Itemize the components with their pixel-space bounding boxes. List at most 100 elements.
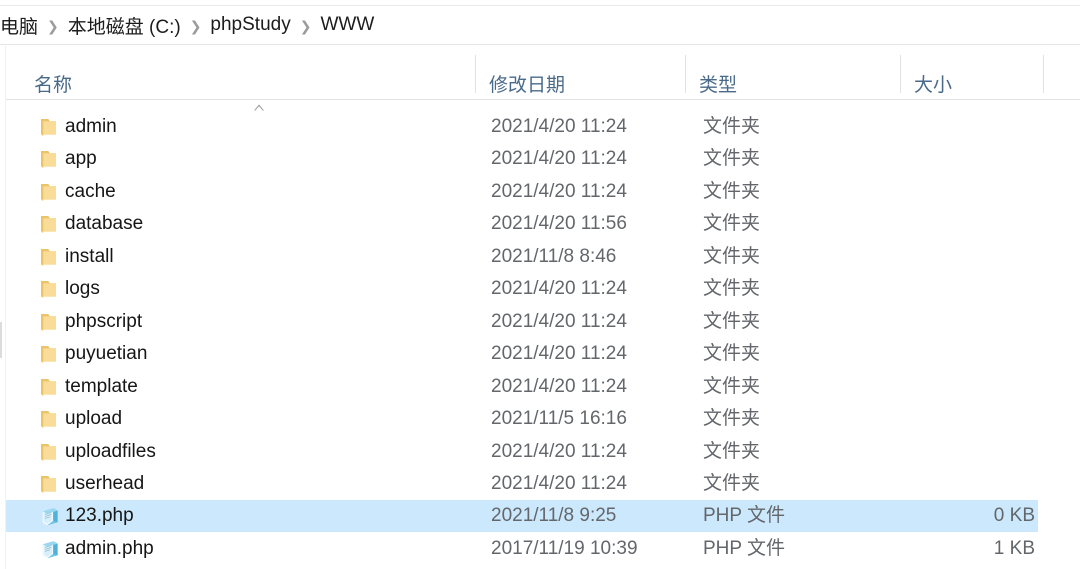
folder-icon — [39, 149, 61, 170]
file-date-modified: 2021/4/20 11:24 — [491, 180, 627, 202]
file-size — [875, 306, 1035, 338]
file-row[interactable]: database 2021/4/20 11:56 文件夹 — [6, 208, 1038, 240]
folder-icon — [39, 279, 61, 300]
folder-icon — [39, 247, 61, 268]
folder-icon — [39, 182, 61, 203]
file-row[interactable]: uploadfiles 2021/4/20 11:24 文件夹 — [6, 436, 1038, 468]
folder-icon — [39, 474, 61, 495]
file-name: uploadfiles — [65, 440, 156, 462]
file-date-modified: 2021/4/20 11:24 — [491, 310, 627, 332]
file-row[interactable]: userhead 2021/4/20 11:24 文件夹 — [6, 468, 1038, 500]
file-name: logs — [65, 278, 100, 300]
column-divider-date[interactable] — [685, 55, 686, 93]
file-name: puyuetian — [65, 343, 148, 365]
column-divider-size[interactable] — [1043, 55, 1044, 93]
breadcrumb-separator-icon[interactable]: ❯ — [47, 19, 59, 33]
breadcrumb-separator-icon[interactable]: ❯ — [300, 19, 312, 33]
file-row[interactable]: upload 2021/11/5 16:16 文件夹 — [6, 403, 1038, 435]
file-name: admin.php — [65, 537, 154, 559]
breadcrumb-item-3[interactable]: phpStudy — [210, 14, 290, 36]
file-type: 文件夹 — [703, 278, 761, 300]
file-date-modified: 2021/11/8 9:25 — [491, 505, 617, 527]
file-size — [875, 176, 1035, 208]
file-name: install — [65, 245, 114, 267]
file-type: 文件夹 — [703, 343, 761, 365]
file-row[interactable]: 123.php 2021/11/8 9:25 PHP 文件 0 KB — [6, 500, 1038, 533]
file-row[interactable]: install 2021/11/8 8:46 文件夹 — [6, 241, 1038, 273]
php-file-icon — [39, 506, 61, 527]
breadcrumb-separator-icon[interactable]: ❯ — [190, 19, 202, 33]
column-header-name[interactable]: 名称 — [34, 70, 72, 97]
file-date-modified: 2021/4/20 11:56 — [491, 213, 627, 235]
file-type: 文件夹 — [703, 245, 761, 267]
folder-icon — [39, 442, 61, 463]
file-row[interactable]: app 2021/4/20 11:24 文件夹 — [6, 143, 1038, 175]
file-size — [875, 273, 1035, 305]
file-date-modified: 2021/4/20 11:24 — [491, 278, 627, 300]
file-name: template — [65, 375, 138, 397]
column-header-type[interactable]: 类型 — [699, 70, 737, 97]
file-date-modified: 2021/4/20 11:24 — [491, 116, 627, 137]
column-header-size[interactable]: 大小 — [914, 70, 952, 97]
column-divider-name[interactable] — [475, 55, 476, 93]
file-date-modified: 2021/4/20 11:24 — [491, 375, 627, 397]
folder-icon — [39, 377, 61, 398]
file-type: 文件夹 — [703, 116, 761, 137]
folder-icon — [39, 214, 61, 235]
file-size — [875, 403, 1035, 435]
file-size — [875, 143, 1035, 175]
file-date-modified: 2017/11/19 10:39 — [491, 537, 638, 559]
file-row[interactable]: template 2021/4/20 11:24 文件夹 — [6, 371, 1038, 403]
file-size — [875, 241, 1035, 273]
file-type: 文件夹 — [703, 440, 761, 462]
column-divider-type[interactable] — [900, 55, 901, 93]
file-size — [875, 371, 1035, 403]
file-type: 文件夹 — [703, 148, 761, 170]
folder-icon — [39, 117, 61, 138]
file-size — [875, 436, 1035, 468]
address-bar[interactable]: 电脑 ❯ 本地磁盘 (C:) ❯ phpStudy ❯ WWW — [0, 6, 1080, 44]
file-size — [875, 111, 1035, 143]
column-header-date[interactable]: 修改日期 — [489, 70, 565, 97]
file-row[interactable]: cache 2021/4/20 11:24 文件夹 — [6, 176, 1038, 208]
file-type: 文件夹 — [703, 375, 761, 397]
file-row[interactable]: phpscript 2021/4/20 11:24 文件夹 — [6, 306, 1038, 338]
file-type: 文件夹 — [703, 213, 761, 235]
file-name: database — [65, 213, 144, 235]
breadcrumb-item-4[interactable]: WWW — [320, 14, 374, 36]
file-name: app — [65, 148, 97, 170]
folder-icon — [39, 409, 61, 430]
file-date-modified: 2021/4/20 11:24 — [491, 148, 627, 170]
breadcrumb-item-1[interactable]: 电脑 — [0, 12, 38, 39]
file-date-modified: 2021/4/20 11:24 — [491, 343, 627, 365]
file-name: admin — [65, 116, 117, 137]
file-type: 文件夹 — [703, 408, 761, 430]
file-row[interactable]: admin.php 2017/11/19 10:39 PHP 文件 1 KB — [6, 533, 1038, 565]
file-size: 0 KB — [993, 505, 1035, 527]
file-row[interactable]: logs 2021/4/20 11:24 文件夹 — [6, 273, 1038, 305]
address-bar-underline — [0, 44, 1080, 45]
breadcrumb[interactable]: 电脑 ❯ 本地磁盘 (C:) ❯ phpStudy ❯ WWW — [0, 12, 374, 39]
file-name: phpscript — [65, 310, 143, 332]
file-type: 文件夹 — [703, 180, 761, 202]
file-name: 123.php — [65, 505, 134, 527]
file-name: userhead — [65, 472, 145, 494]
file-type: PHP 文件 — [703, 505, 786, 527]
file-date-modified: 2021/11/8 8:46 — [491, 245, 617, 267]
file-size: 1 KB — [993, 537, 1035, 559]
breadcrumb-item-2[interactable]: 本地磁盘 (C:) — [68, 12, 181, 39]
folder-icon — [39, 344, 61, 365]
file-date-modified: 2021/11/5 16:16 — [491, 408, 627, 430]
file-date-modified: 2021/4/20 11:24 — [491, 472, 627, 494]
php-file-icon — [39, 539, 61, 560]
file-name: upload — [65, 408, 123, 430]
file-type: 文件夹 — [703, 310, 761, 332]
file-size — [875, 338, 1035, 370]
navigation-pane-scrollbar[interactable] — [0, 322, 2, 358]
file-list[interactable]: admin 2021/4/20 11:24 文件夹 app 2021/4/20 11:2… — [6, 100, 1080, 569]
file-row[interactable]: admin 2021/4/20 11:24 文件夹 — [6, 111, 1038, 143]
file-type: PHP 文件 — [703, 537, 786, 559]
file-name: cache — [65, 180, 116, 202]
file-row[interactable]: puyuetian 2021/4/20 11:24 文件夹 — [6, 338, 1038, 370]
file-date-modified: 2021/4/20 11:24 — [491, 440, 627, 462]
